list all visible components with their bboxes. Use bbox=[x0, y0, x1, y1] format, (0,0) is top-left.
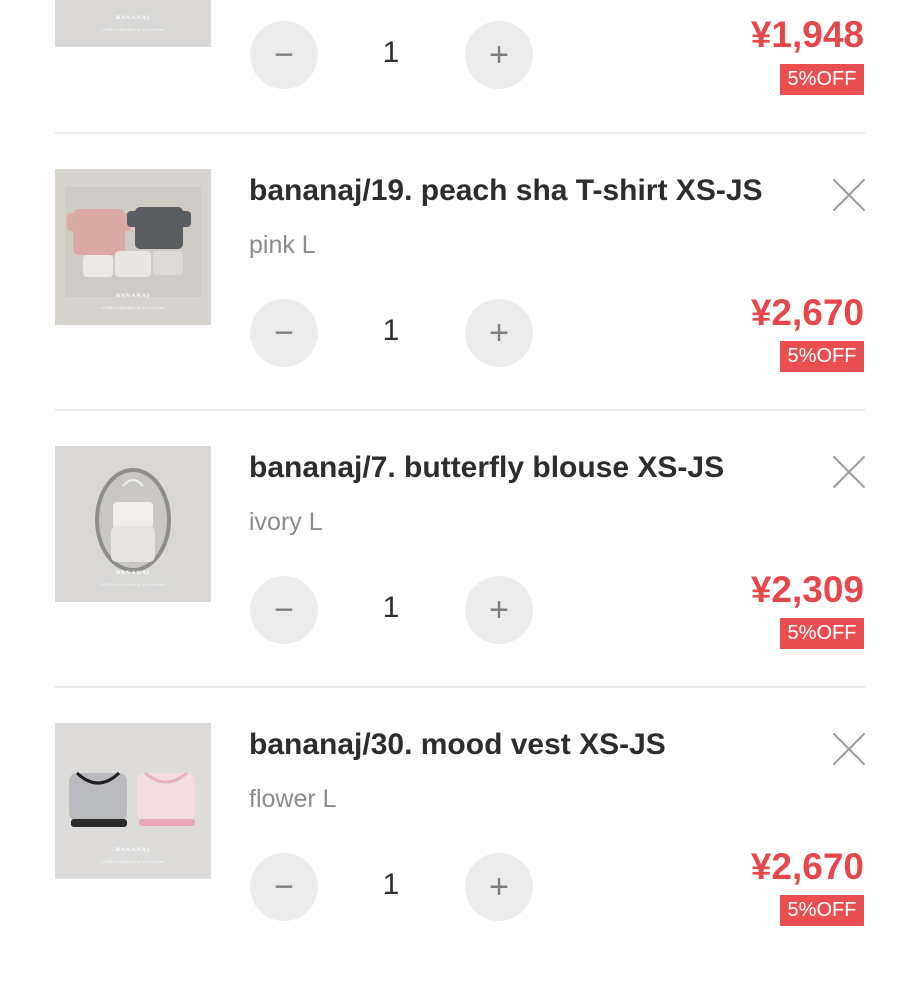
product-thumbnail[interactable]: BANANAJ a little collection of knit thre… bbox=[55, 169, 211, 325]
item-price: ¥2,309 bbox=[750, 569, 864, 610]
decrease-quantity-button[interactable]: − bbox=[250, 853, 318, 921]
brand-tagline: a little collection of knit thread bbox=[101, 582, 165, 587]
discount-badge: 5%OFF bbox=[780, 895, 864, 926]
item-price: ¥2,670 bbox=[750, 292, 864, 333]
increase-quantity-button[interactable]: + bbox=[465, 299, 533, 367]
discount-badge: 5%OFF bbox=[780, 341, 864, 372]
increase-quantity-button[interactable]: + bbox=[465, 21, 533, 89]
product-option: pink L bbox=[249, 231, 316, 259]
decrease-quantity-button[interactable]: − bbox=[250, 576, 318, 644]
cart-item: BANANAJ a little collection of knit thre… bbox=[0, 446, 920, 723]
product-photo bbox=[55, 0, 211, 47]
product-thumbnail[interactable]: BANANAJ a little collection of knit thre… bbox=[55, 723, 211, 879]
discount-badge: 5%OFF bbox=[780, 618, 864, 649]
quantity-value: 1 bbox=[382, 591, 400, 624]
product-option: flower L bbox=[249, 785, 337, 813]
item-divider bbox=[55, 409, 865, 411]
product-option: ivory L bbox=[249, 508, 323, 536]
quantity-value: 1 bbox=[382, 868, 400, 901]
item-price: ¥2,670 bbox=[750, 846, 864, 887]
remove-item-close-icon[interactable] bbox=[832, 178, 866, 212]
brand-tagline: a little collection of knit thread bbox=[101, 305, 165, 310]
brand-tagline: a little collection of knit thread bbox=[101, 859, 165, 864]
product-thumbnail[interactable]: BANANAJ a little collection of knit thre… bbox=[55, 446, 211, 602]
item-divider bbox=[55, 686, 865, 688]
product-photo bbox=[55, 446, 211, 602]
discount-badge: 5%OFF bbox=[780, 64, 864, 95]
quantity-value: 1 bbox=[382, 314, 400, 347]
cart-item: BANANAJ a little collection of knit thre… bbox=[0, 0, 920, 168]
item-divider bbox=[55, 132, 865, 134]
product-title[interactable]: bananaj/7. butterfly blouse XS-JS bbox=[249, 451, 724, 485]
remove-item-close-icon[interactable] bbox=[832, 732, 866, 766]
increase-quantity-button[interactable]: + bbox=[465, 576, 533, 644]
cart-item: BANANAJ a little collection of knit thre… bbox=[0, 169, 920, 446]
brand-mark: BANANAJ bbox=[115, 293, 151, 299]
product-thumbnail[interactable]: BANANAJ a little collection of knit thre… bbox=[55, 0, 211, 47]
item-price: ¥1,948 bbox=[750, 14, 864, 55]
quantity-value: 1 bbox=[382, 36, 400, 69]
decrease-quantity-button[interactable]: − bbox=[250, 21, 318, 89]
brand-mark: BANANAJ bbox=[115, 15, 151, 21]
product-photo bbox=[55, 169, 211, 325]
decrease-quantity-button[interactable]: − bbox=[250, 299, 318, 367]
product-photo bbox=[55, 723, 211, 879]
cart-item: BANANAJ a little collection of knit thre… bbox=[0, 723, 920, 1000]
brand-tagline: a little collection of knit thread bbox=[101, 27, 165, 32]
product-title[interactable]: bananaj/19. peach sha T-shirt XS-JS bbox=[249, 174, 763, 208]
product-title[interactable]: bananaj/30. mood vest XS-JS bbox=[249, 728, 666, 762]
increase-quantity-button[interactable]: + bbox=[465, 853, 533, 921]
remove-item-close-icon[interactable] bbox=[832, 455, 866, 489]
brand-mark: BANANAJ bbox=[115, 847, 151, 853]
brand-mark: BANANAJ bbox=[115, 570, 151, 576]
